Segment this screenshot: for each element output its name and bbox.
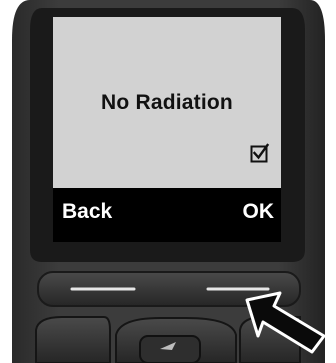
softkey-label-bar: Back OK (53, 188, 281, 242)
display-message: No Radiation (101, 91, 233, 114)
ok-softkey-label[interactable]: OK (243, 200, 275, 224)
key-left-lower[interactable] (35, 316, 111, 363)
checked-checkbox-icon[interactable] (250, 143, 270, 163)
back-softkey-label[interactable]: Back (62, 200, 112, 224)
phone-handset: No Radiation Back OK (0, 0, 336, 363)
handset-display: No Radiation Back OK (53, 17, 281, 242)
